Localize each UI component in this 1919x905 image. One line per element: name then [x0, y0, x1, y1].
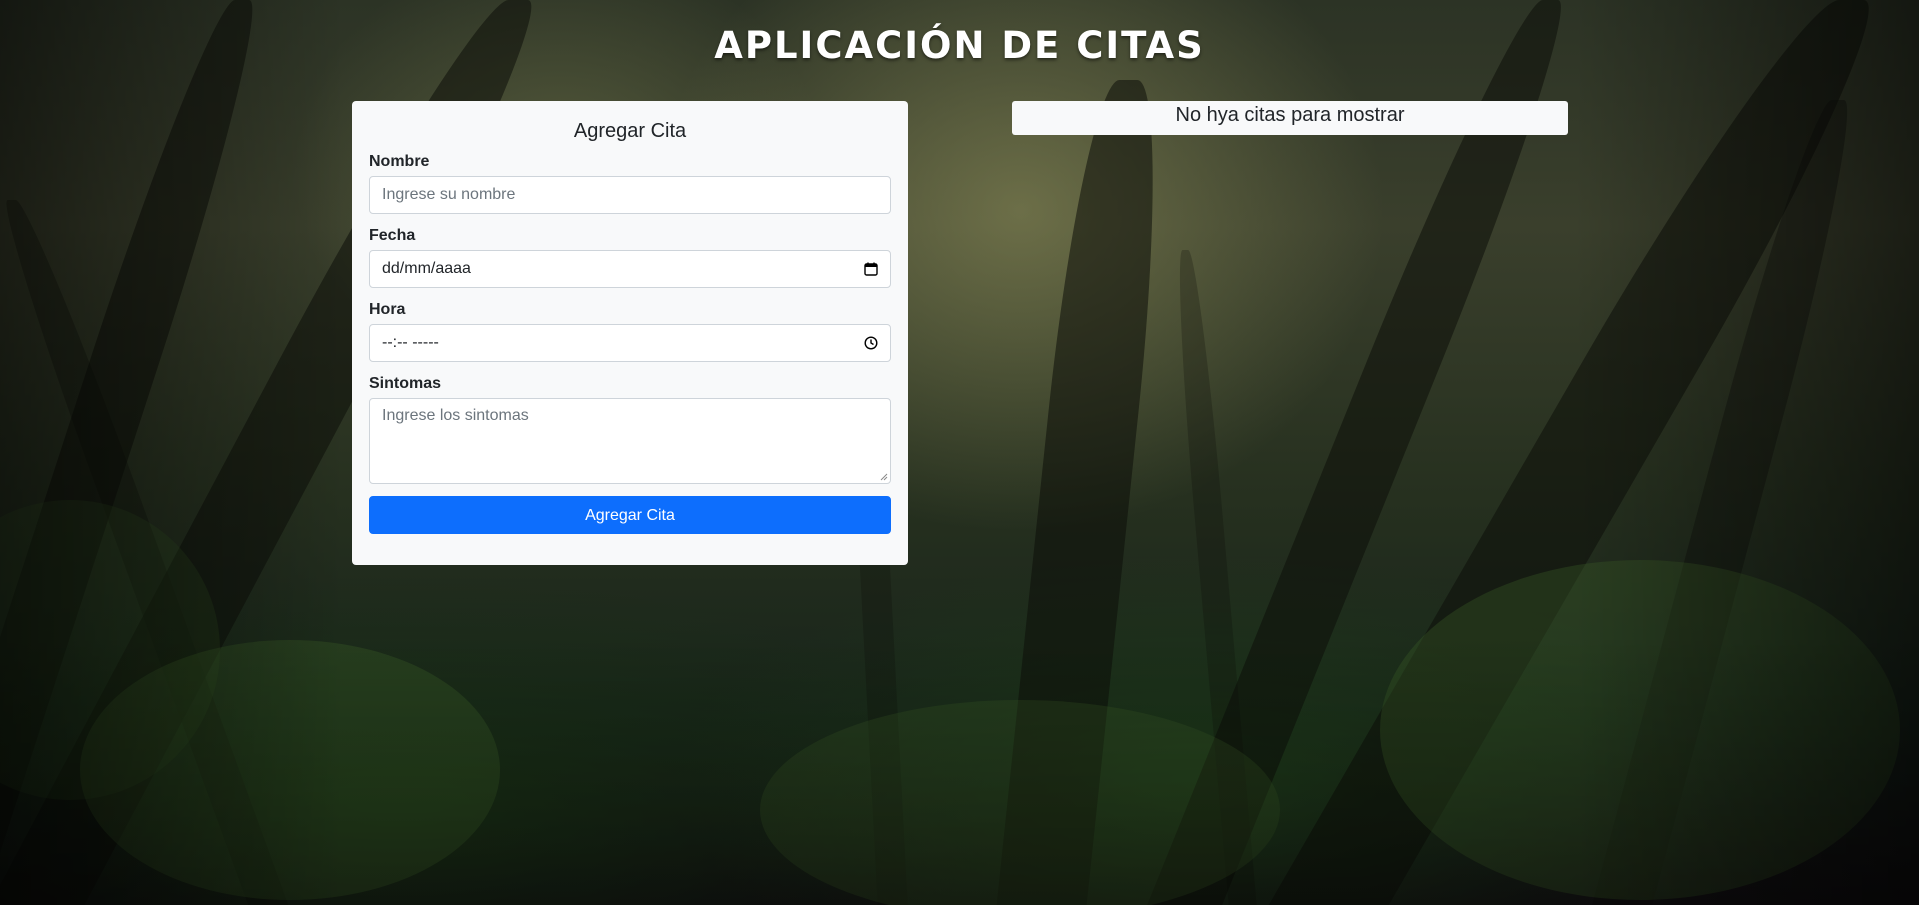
form-title: Agregar Cita [573, 120, 687, 142]
hora-label: Hora [369, 301, 406, 318]
appointments-empty-panel: No hya citas para mostrar [1012, 101, 1568, 135]
nombre-input[interactable]: Ingrese su nombre [369, 176, 891, 214]
field-sintomas: Sintomas Ingrese los sintomas [369, 374, 891, 484]
agregar-cita-button[interactable]: Agregar Cita [369, 496, 891, 534]
calendar-icon[interactable] [864, 262, 878, 276]
nombre-label: Nombre [369, 153, 430, 170]
sintomas-placeholder: Ingrese los sintomas [382, 407, 529, 424]
fecha-label: Fecha [369, 227, 416, 244]
sintomas-label: Sintomas [369, 375, 442, 392]
empty-message: No hya citas para mostrar [1175, 104, 1405, 126]
field-fecha: Fecha dd/mm/aaaa [369, 226, 891, 288]
appointment-form-card: Agregar Cita Nombre Ingrese su nombre Fe… [352, 101, 908, 565]
app-title: APLICACIÓN DE CITAS [714, 24, 1205, 67]
resize-grip-icon[interactable] [880, 473, 888, 481]
fecha-input[interactable]: dd/mm/aaaa [369, 250, 891, 288]
clock-icon[interactable] [864, 336, 878, 350]
nombre-placeholder: Ingrese su nombre [382, 186, 516, 203]
field-hora: Hora --:-- ----- [369, 300, 891, 362]
sintomas-textarea[interactable]: Ingrese los sintomas [369, 398, 891, 484]
hora-input[interactable]: --:-- ----- [369, 324, 891, 362]
page: APLICACIÓN DE CITAS Agregar Cita Nombre … [0, 0, 1919, 905]
hora-value: --:-- ----- [382, 334, 439, 351]
field-nombre: Nombre Ingrese su nombre [369, 152, 891, 214]
fecha-value: dd/mm/aaaa [382, 260, 471, 277]
